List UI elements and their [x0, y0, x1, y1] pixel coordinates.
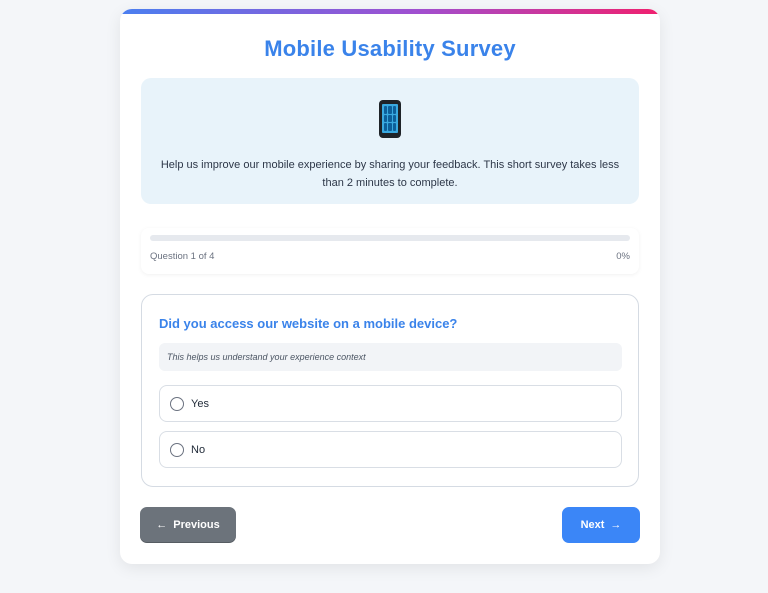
intro-panel: Help us improve our mobile experience by…: [141, 78, 639, 204]
intro-text: Help us improve our mobile experience by…: [160, 159, 620, 189]
next-button[interactable]: Next →: [562, 507, 640, 543]
question-hint: This helps us understand your experience…: [159, 343, 622, 371]
mobile-phone-icon: [379, 100, 401, 138]
survey-card: Mobile Usability Survey Help us improve …: [120, 9, 660, 564]
arrow-left-icon: ←: [156, 519, 168, 531]
previous-button[interactable]: ← Previous: [140, 507, 236, 543]
accent-gradient-bar: [120, 9, 660, 14]
progress-section: Question 1 of 4 0%: [141, 228, 639, 274]
radio-button-yes[interactable]: [170, 397, 184, 411]
question-card: Did you access our website on a mobile d…: [141, 294, 639, 487]
question-counter: Question 1 of 4: [150, 251, 215, 262]
next-button-label: Next: [580, 519, 605, 531]
question-title: Did you access our website on a mobile d…: [159, 316, 458, 331]
option-label-yes: Yes: [191, 398, 209, 410]
progress-track: [150, 235, 630, 241]
option-yes[interactable]: Yes: [159, 385, 622, 422]
option-no[interactable]: No: [159, 431, 622, 468]
arrow-right-icon: →: [610, 519, 622, 531]
previous-button-label: Previous: [173, 519, 220, 531]
option-label-no: No: [191, 444, 206, 456]
page-title: Mobile Usability Survey: [264, 36, 516, 61]
radio-button-no[interactable]: [170, 443, 184, 457]
progress-percent: 0%: [616, 251, 630, 262]
